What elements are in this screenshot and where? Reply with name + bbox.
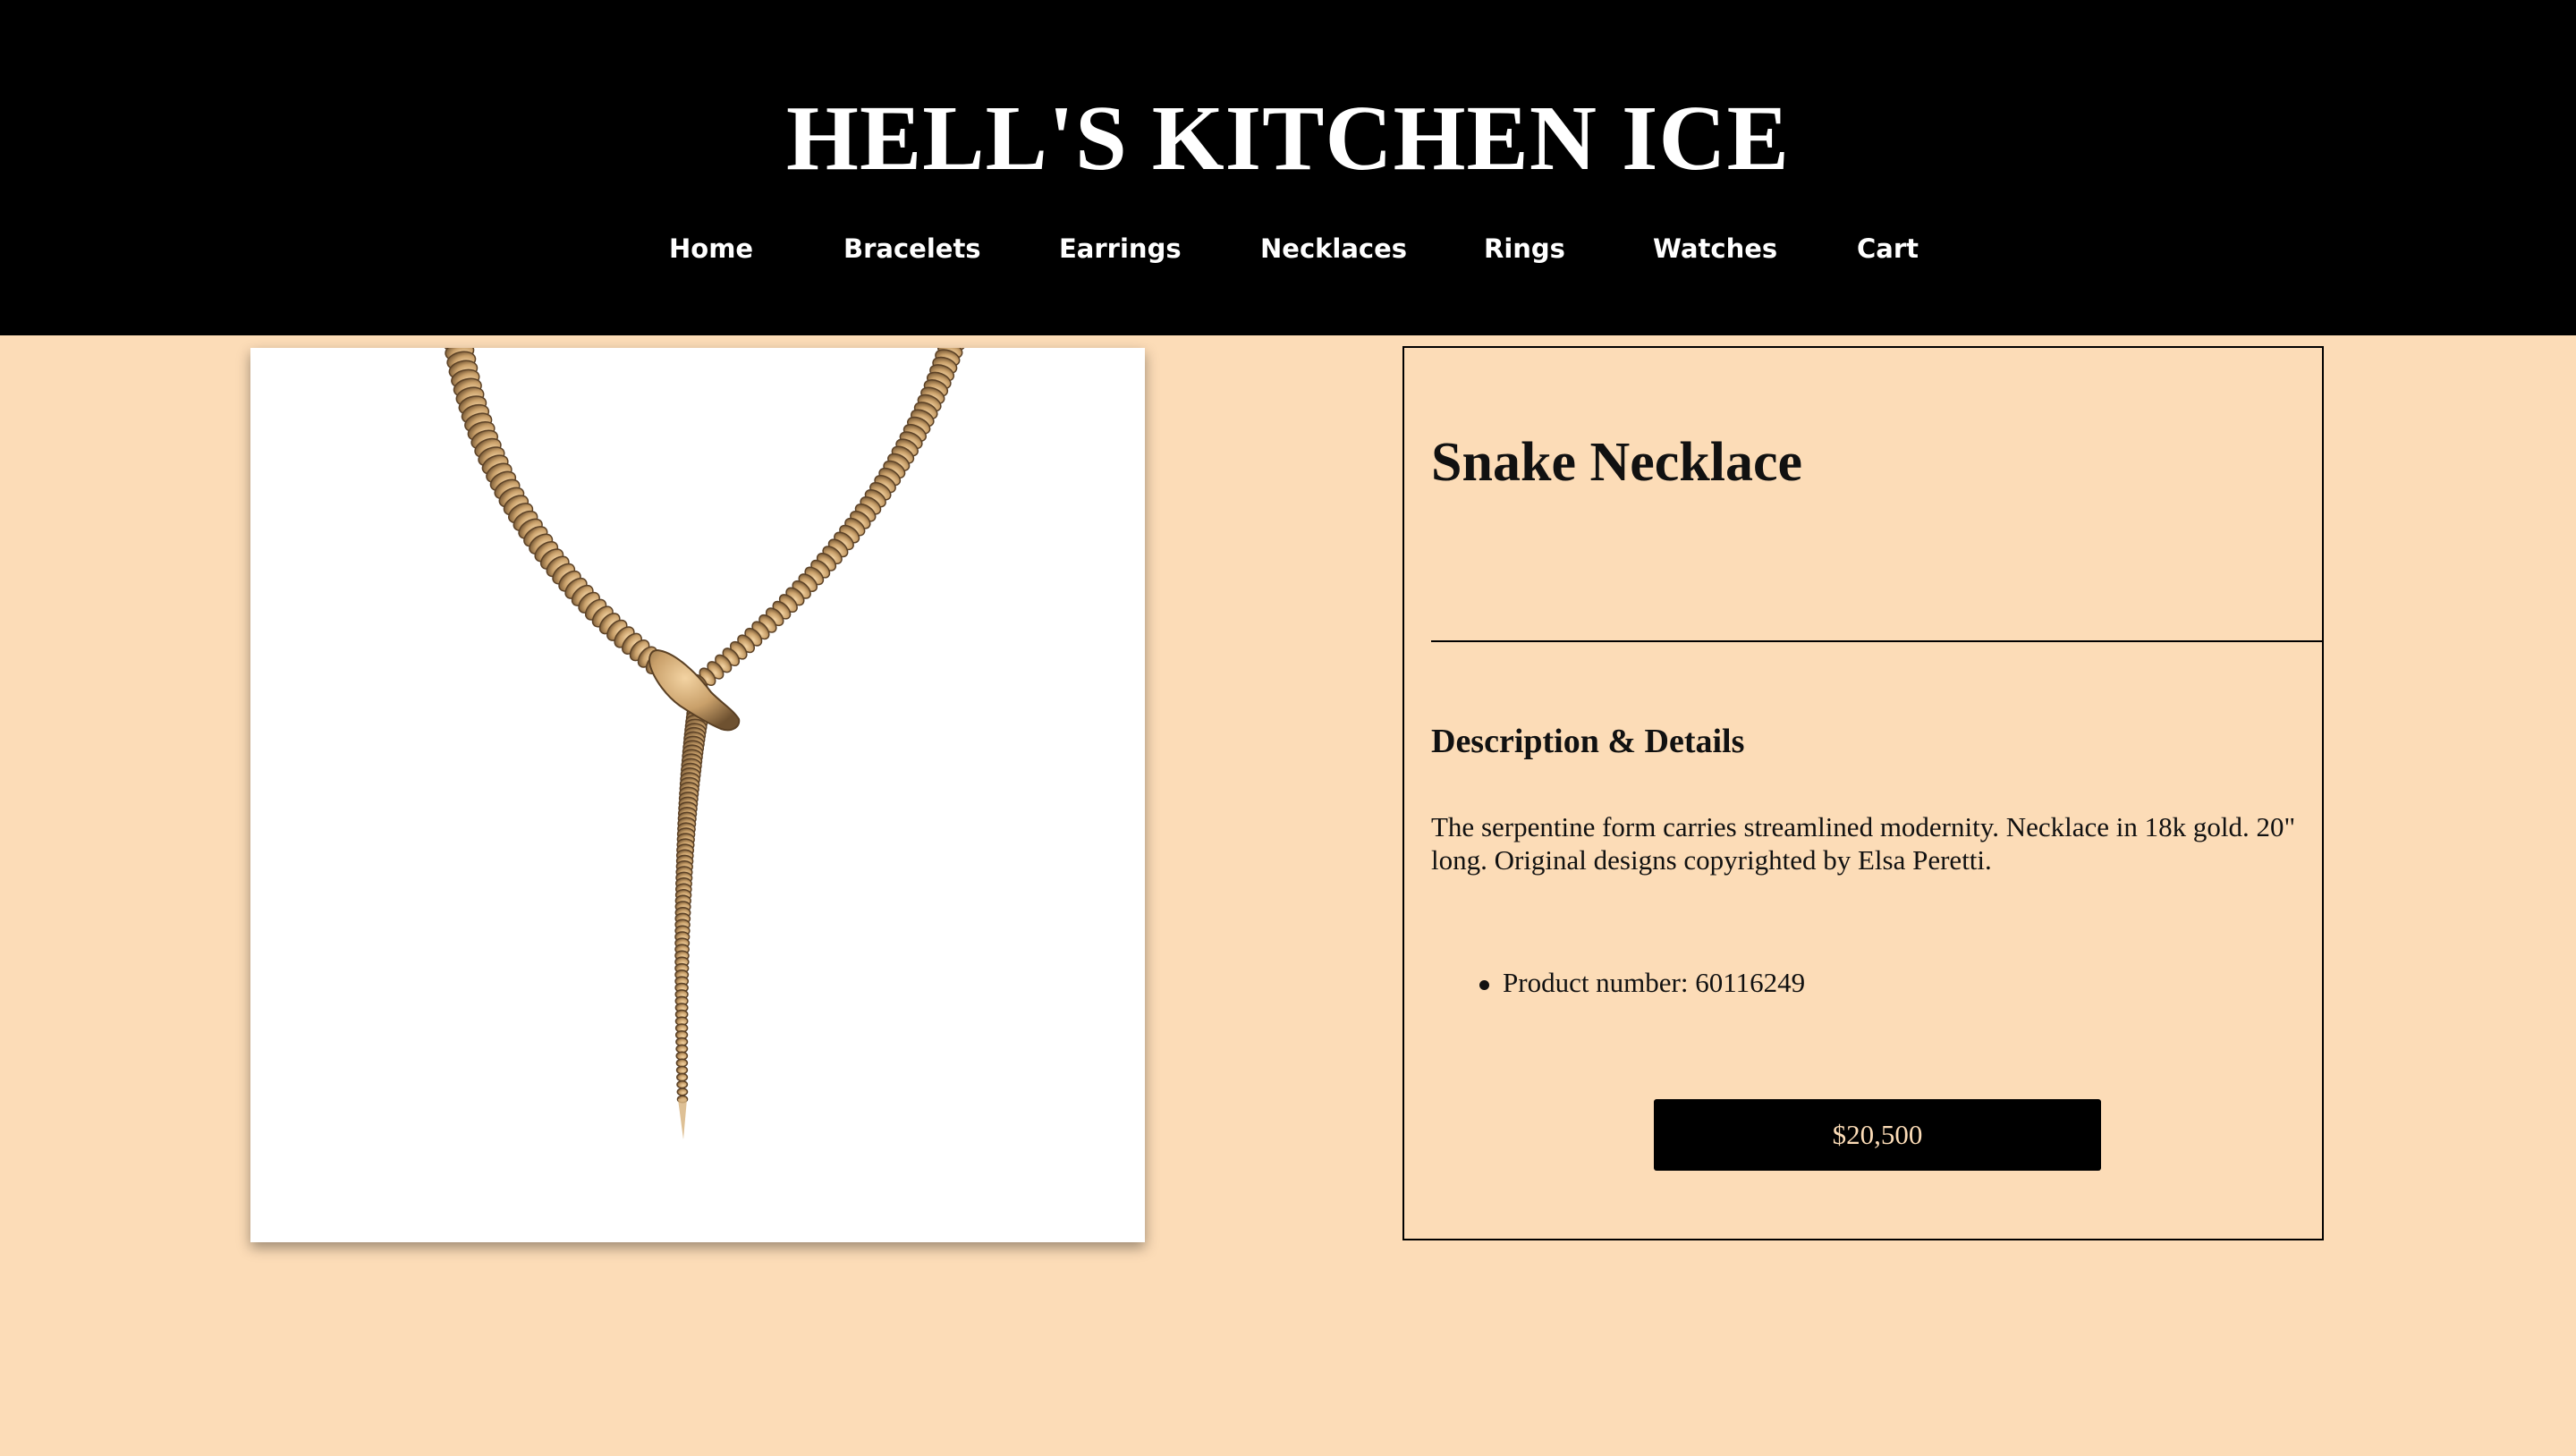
spec-text: Product number: 60116249: [1503, 967, 1806, 998]
site-header: HELL'S KITCHEN ICE Home Bracelets Earrin…: [0, 0, 2576, 335]
nav-item-necklaces[interactable]: Necklaces: [1260, 229, 1407, 268]
spec-list: Product number: 60116249: [1431, 965, 2317, 1001]
product-description: The serpentine form carries streamlined …: [1431, 811, 2296, 876]
divider: [1431, 640, 2324, 642]
nav-item-cart[interactable]: Cart: [1857, 229, 1919, 268]
price-button[interactable]: $20,500: [1654, 1099, 2101, 1171]
product-title: Snake Necklace: [1431, 432, 1803, 493]
main-nav: Home Bracelets Earrings Necklaces Rings …: [0, 229, 2576, 268]
nav-item-rings[interactable]: Rings: [1484, 229, 1565, 268]
nav-item-watches[interactable]: Watches: [1653, 229, 1777, 268]
nav-item-bracelets[interactable]: Bracelets: [843, 229, 981, 268]
chain-beads: [443, 348, 966, 1139]
spec-product-number: Product number: 60116249: [1431, 965, 2317, 1001]
product-details-panel: Snake Necklace Description & Details The…: [1402, 346, 2324, 1240]
product-image[interactable]: [250, 348, 1145, 1242]
bullet-icon: [1479, 980, 1489, 990]
nav-item-earrings[interactable]: Earrings: [1059, 229, 1182, 268]
nav-item-home[interactable]: Home: [669, 229, 753, 268]
necklace-image: [443, 348, 966, 1139]
description-heading: Description & Details: [1431, 723, 1745, 760]
site-title[interactable]: HELL'S KITCHEN ICE: [0, 80, 2576, 197]
